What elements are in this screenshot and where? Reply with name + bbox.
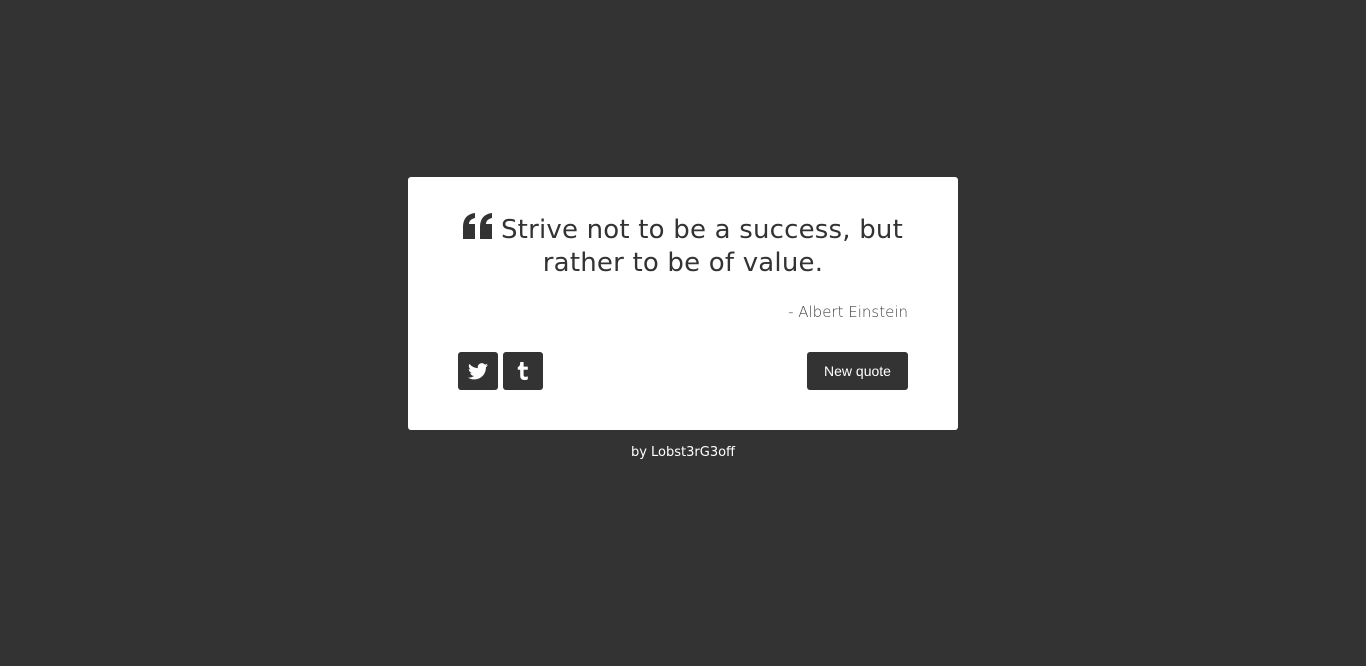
quote-author: - Albert Einstein	[788, 303, 908, 321]
quote-card: Strive not to be a success, but rather t…	[408, 177, 958, 430]
page: Strive not to be a success, but rather t…	[0, 0, 1366, 666]
tweet-button[interactable]	[458, 352, 498, 390]
new-quote-button[interactable]: New quote	[807, 352, 908, 390]
tumblr-icon	[517, 361, 529, 381]
footer: by Lobst3rG3off	[0, 444, 1366, 462]
quote-text: Strive not to be a success, but rather t…	[500, 215, 904, 278]
tumblr-button[interactable]	[503, 352, 543, 390]
footer-prefix: by	[630, 445, 652, 460]
quote-left-icon	[462, 213, 493, 239]
author-link[interactable]: Lobst3rG3off	[651, 445, 735, 460]
quote-text-block: Strive not to be a success, but rather t…	[458, 213, 908, 280]
twitter-icon	[468, 362, 488, 380]
